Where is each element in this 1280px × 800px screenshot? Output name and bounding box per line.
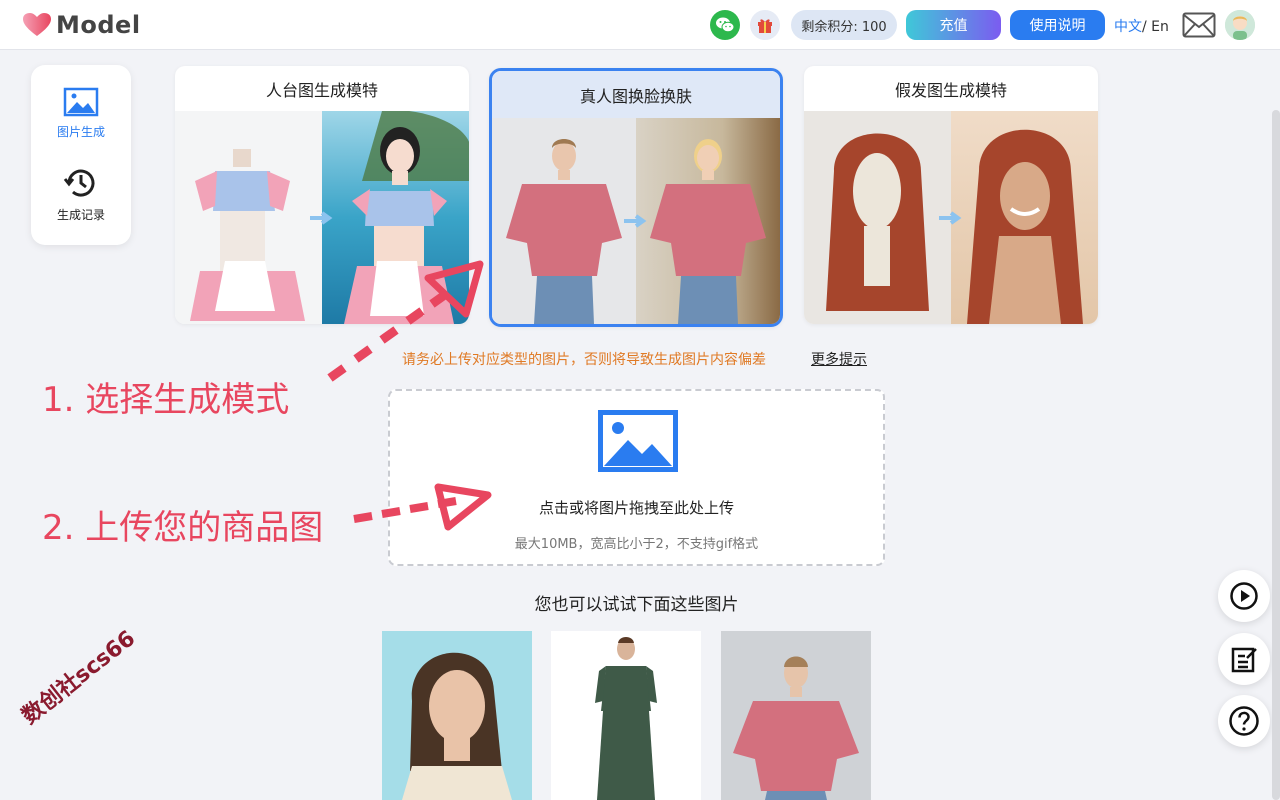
wig-model-image [951, 111, 1098, 324]
upload-constraints: 最大10MB，宽高比小于2，不支持gif格式 [514, 537, 759, 552]
sample-image[interactable] [382, 631, 532, 800]
mode-card-images [492, 118, 780, 324]
help-button[interactable] [1218, 695, 1270, 747]
recharge-button[interactable]: 充值 [906, 10, 1001, 40]
arrow-right-icon [939, 210, 962, 225]
help-icon [1229, 706, 1259, 736]
image-icon [63, 87, 99, 117]
user-avatar-icon [1225, 10, 1255, 40]
gift-icon [758, 19, 772, 33]
watermark-text: 数创社scs66 [17, 626, 141, 730]
more-tips-link[interactable]: 更多提示 [811, 349, 867, 369]
arrow-right-icon [624, 214, 647, 228]
face-swapped-image [636, 118, 780, 324]
points-badge: 剩余积分: 100 [791, 10, 897, 40]
page-scrollbar[interactable] [1272, 110, 1280, 800]
lang-zh[interactable]: 中文 [1114, 19, 1142, 35]
side-nav: 图片生成 生成记录 [31, 65, 131, 245]
wig-image [804, 111, 951, 324]
top-header: Model 剩余积分: 100 充值 使用说明 中文/ En [0, 0, 1280, 50]
history-icon [63, 169, 95, 197]
sample-image[interactable] [721, 631, 871, 800]
sidebar-item-image-generation[interactable]: 图片生成 [31, 87, 131, 140]
sidebar-item-label: 生成记录 [56, 208, 105, 222]
feedback-button[interactable] [1218, 633, 1270, 685]
upload-dropzone[interactable]: 点击或将图片拖拽至此处上传 最大10MB，宽高比小于2，不支持gif格式 [388, 389, 885, 566]
step1-annotation: 1. 选择生成模式 [42, 380, 290, 420]
arrow-right-icon [310, 210, 333, 225]
logo[interactable]: Model [22, 10, 141, 40]
heart-logo-icon [23, 13, 51, 36]
annotation-arrow-up-icon [327, 260, 484, 382]
sidebar-item-history[interactable]: 生成记录 [31, 166, 131, 223]
avatar[interactable] [1225, 10, 1255, 40]
gift-button[interactable] [750, 10, 780, 40]
sidebar-item-label: 图片生成 [56, 125, 105, 139]
mode-card-wig[interactable]: 假发图生成模特 [804, 66, 1098, 324]
play-tutorial-button[interactable] [1218, 570, 1270, 622]
step2-annotation: 2. 上传您的商品图 [42, 508, 324, 548]
mode-card-title: 人台图生成模特 [265, 80, 378, 100]
lang-en[interactable]: / En [1142, 19, 1169, 35]
user-guide-button[interactable]: 使用说明 [1010, 10, 1105, 40]
edit-note-icon [1231, 647, 1257, 673]
upload-image-icon [598, 410, 678, 472]
mannequin-image [175, 111, 322, 324]
language-switch[interactable]: 中文/ En [1114, 16, 1169, 36]
logo-text: Model [56, 11, 141, 39]
play-icon [1230, 582, 1258, 610]
mode-card-images [804, 111, 1098, 324]
mail-icon[interactable] [1182, 12, 1216, 38]
wechat-icon [716, 17, 735, 33]
mode-card-title: 真人图换脸换肤 [492, 71, 780, 118]
sample-image[interactable] [551, 631, 701, 800]
mode-card-face-swap[interactable]: 真人图换脸换肤 [489, 68, 783, 327]
annotation-arrow-right-icon [353, 483, 492, 531]
wechat-button[interactable] [710, 10, 740, 40]
samples-title: 您也可以试试下面这些图片 [534, 595, 739, 615]
real-person-image [492, 118, 636, 324]
mode-card-title: 假发图生成模特 [894, 80, 1007, 100]
